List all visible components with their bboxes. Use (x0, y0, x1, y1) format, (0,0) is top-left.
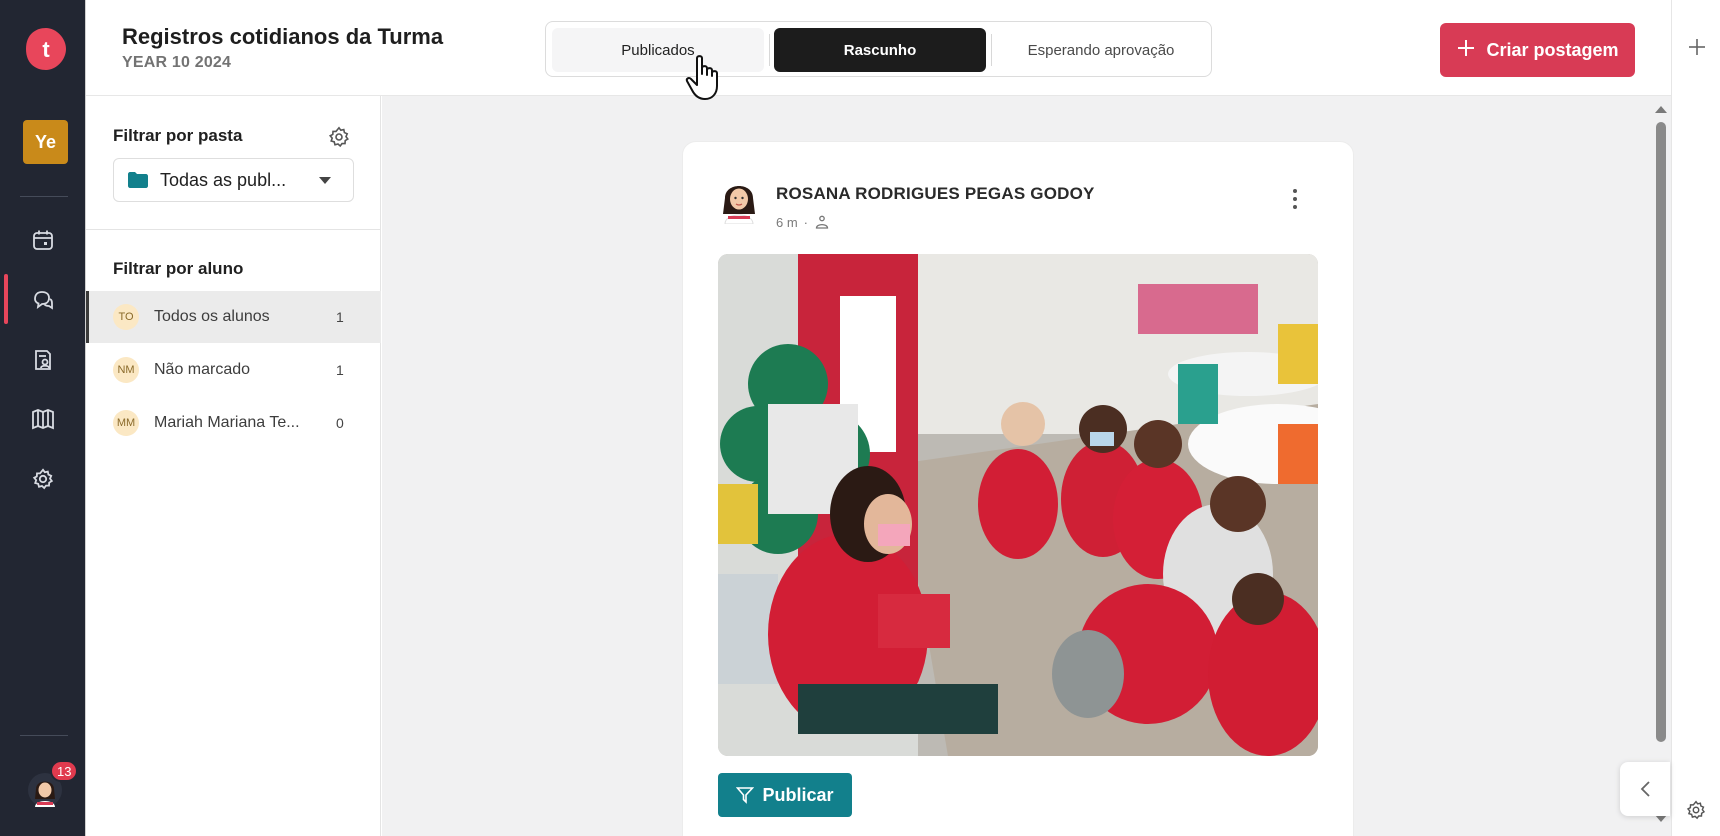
page-header: Registros cotidianos da Turma YEAR 10 20… (86, 0, 1671, 96)
folder-filter-heading: Filtrar por pasta (113, 126, 243, 145)
folder-icon (128, 172, 148, 188)
active-nav-indicator (4, 274, 8, 324)
tab-divider (991, 34, 992, 66)
hand-cursor-icon (684, 54, 724, 102)
publish-button[interactable]: Publicar (718, 773, 852, 817)
scroll-up-arrow[interactable] (1655, 106, 1667, 113)
post-menu-icon[interactable] (1285, 186, 1305, 212)
publish-label: Publicar (762, 784, 834, 805)
scrollbar-thumb[interactable] (1656, 122, 1666, 742)
student-report-icon[interactable] (30, 347, 56, 373)
nav-divider (20, 735, 68, 736)
chat-icon[interactable] (30, 287, 56, 313)
filter-divider (86, 229, 381, 230)
student-filter-item[interactable]: TO Todos os alunos 1 (86, 291, 381, 343)
student-post-count: 1 (336, 362, 344, 378)
student-name: Mariah Mariana Te... (154, 414, 300, 431)
workspace-badge[interactable]: Ye (23, 120, 68, 164)
gear-icon[interactable] (1686, 800, 1706, 825)
page-title: Registros cotidianos da Turma (122, 24, 444, 49)
send-icon (736, 786, 755, 804)
app-logo[interactable]: t (22, 26, 68, 72)
status-tabs: Publicados Rascunho Esperando aprovação (545, 21, 1212, 77)
class-subtitle: YEAR 10 2024 (122, 54, 232, 71)
calendar-icon[interactable] (30, 227, 56, 253)
plus-icon (1456, 38, 1476, 63)
student-initials: TO (113, 304, 139, 330)
svg-text:t: t (42, 37, 50, 62)
main-nav: t Ye 13 (0, 0, 86, 836)
library-icon[interactable] (30, 406, 56, 432)
add-icon[interactable] (1688, 38, 1706, 56)
create-post-label: Criar postagem (1486, 39, 1619, 60)
student-filter-item[interactable]: MM Mariah Mariana Te... 0 (86, 397, 381, 449)
student-initials: MM (113, 410, 139, 436)
post-card: ROSANA RODRIGUES PEGAS GODOY 6 m · Publi… (682, 141, 1354, 836)
student-filter-item[interactable]: NM Não marcado 1 (86, 344, 381, 396)
student-name: Todos os alunos (154, 308, 270, 325)
collapse-panel-button[interactable] (1620, 762, 1670, 816)
nav-divider (20, 196, 68, 197)
folder-select[interactable]: Todas as publ... (113, 158, 354, 202)
tab-divider (769, 34, 770, 66)
settings-icon[interactable] (30, 466, 56, 492)
student-post-count: 0 (336, 415, 344, 431)
student-name: Não marcado (154, 361, 251, 378)
folder-settings-icon[interactable] (328, 126, 350, 153)
tab-publicados[interactable]: Publicados (552, 28, 764, 72)
chevron-down-icon (319, 177, 331, 184)
student-initials: NM (113, 357, 139, 383)
tab-esperando-aprovacao[interactable]: Esperando aprovação (996, 28, 1206, 72)
post-photo[interactable] (718, 254, 1318, 756)
post-time: 6 m (776, 214, 798, 230)
post-feed: ROSANA RODRIGUES PEGAS GODOY 6 m · Publi… (382, 96, 1671, 836)
tab-rascunho[interactable]: Rascunho (774, 28, 986, 72)
post-meta: 6 m · (776, 214, 830, 230)
student-post-count: 1 (336, 309, 344, 325)
right-rail (1671, 0, 1720, 836)
author-avatar[interactable] (719, 178, 759, 225)
create-post-button[interactable]: Criar postagem (1440, 23, 1635, 77)
student-filter-heading: Filtrar por aluno (113, 259, 244, 278)
post-author: ROSANA RODRIGUES PEGAS GODOY (776, 184, 1095, 203)
chevron-left-icon (1639, 780, 1651, 798)
filter-panel: Filtrar por pasta Todas as publ... Filtr… (86, 96, 381, 836)
meta-separator: · (803, 214, 809, 230)
notification-badge[interactable]: 13 (50, 760, 79, 782)
scroll-down-arrow[interactable] (1655, 815, 1667, 822)
visibility-icon (814, 214, 830, 230)
folder-select-value: Todas as publ... (160, 169, 287, 190)
